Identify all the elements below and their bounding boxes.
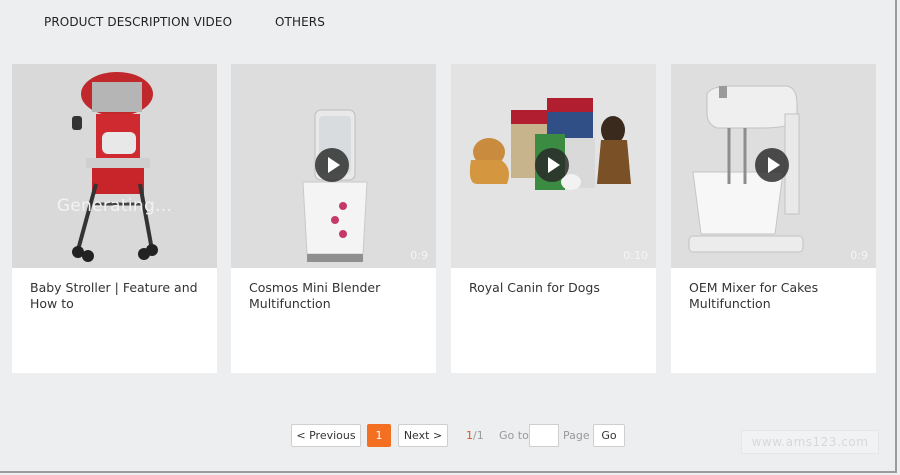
- next-page-button[interactable]: Next >: [398, 424, 448, 447]
- video-card-oem-mixer[interactable]: 0:9 OEM Mixer for Cakes Multifunction: [671, 64, 876, 373]
- play-icon[interactable]: [315, 148, 349, 182]
- page-label: Page: [563, 429, 590, 442]
- page-count: 1/1: [466, 429, 484, 442]
- video-duration: 0:10: [623, 249, 648, 262]
- tab-others[interactable]: OTHERS: [275, 15, 325, 29]
- video-card-mini-blender[interactable]: 0:9 Cosmos Mini Blender Multifunction: [231, 64, 436, 373]
- video-thumbnail[interactable]: 0:9: [671, 64, 876, 268]
- page-count-total: /1: [473, 429, 484, 442]
- video-thumbnail[interactable]: 0:10: [451, 64, 656, 268]
- video-card-royal-canin[interactable]: 0:10 Royal Canin for Dogs: [451, 64, 656, 373]
- video-title[interactable]: Baby Stroller | Feature and How to: [30, 280, 212, 312]
- video-duration: 0:9: [850, 249, 868, 262]
- play-icon[interactable]: [755, 148, 789, 182]
- video-title[interactable]: OEM Mixer for Cakes Multifunction: [689, 280, 871, 312]
- video-card-baby-stroller[interactable]: Generating... Baby Stroller | Feature an…: [12, 64, 217, 373]
- video-title[interactable]: Cosmos Mini Blender Multifunction: [249, 280, 431, 312]
- video-duration: 0:9: [410, 249, 428, 262]
- generating-status: Generating...: [56, 196, 173, 216]
- goto-page-input[interactable]: [529, 424, 559, 447]
- tab-product-description-video[interactable]: PRODUCT DESCRIPTION VIDEO: [44, 15, 232, 29]
- video-thumbnail[interactable]: Generating...: [12, 64, 217, 268]
- goto-label: Go to: [499, 429, 529, 442]
- video-thumbnail[interactable]: 0:9: [231, 64, 436, 268]
- video-title[interactable]: Royal Canin for Dogs: [469, 280, 651, 296]
- previous-page-button[interactable]: < Previous: [291, 424, 361, 447]
- watermark: www.ams123.com: [741, 430, 879, 454]
- play-icon[interactable]: [535, 148, 569, 182]
- page-1-button[interactable]: 1: [367, 424, 391, 447]
- go-button[interactable]: Go: [593, 424, 625, 447]
- page-count-current: 1: [466, 429, 473, 442]
- stroller-image: [12, 64, 217, 268]
